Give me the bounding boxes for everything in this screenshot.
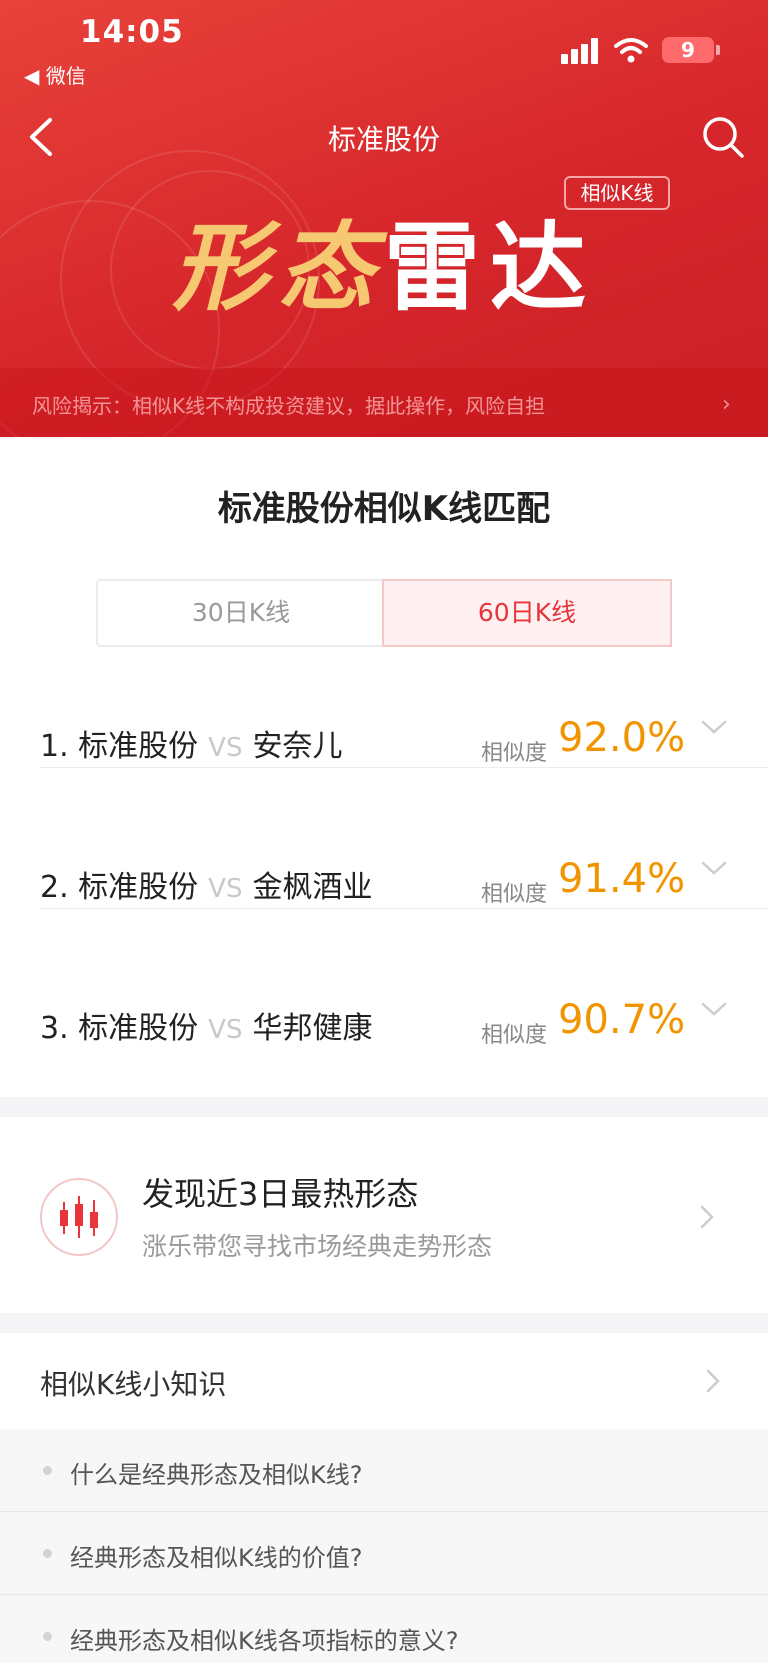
stock-name: 标准股份	[78, 870, 199, 905]
wifi-icon	[614, 38, 648, 63]
vs-label: VS	[208, 1015, 243, 1045]
similarity-value: 91.4%	[558, 856, 686, 902]
stock-name: 标准股份	[78, 729, 199, 764]
knowledge-item[interactable]: 经典形态及相似K线各项指标的意义?	[0, 1595, 768, 1663]
signal-icon	[561, 38, 601, 64]
match-pair: 2. 标准股份 VS 金枫酒业	[40, 862, 372, 906]
header-banner: 14:05 ◀ 微信 9 标准股份 相似K线 形态雷达 风险揭示：相似K线不构成…	[0, 0, 768, 437]
period-tabs: 30日K线 60日K线	[96, 579, 672, 647]
chevron-down-icon[interactable]	[700, 999, 728, 1019]
vs-label: VS	[208, 733, 243, 763]
row-index: 3.	[40, 1011, 69, 1046]
match-section-title: 标准股份相似K线匹配	[217, 489, 551, 529]
vs-label: VS	[208, 874, 243, 904]
bullet-dot	[43, 1466, 52, 1475]
risk-disclosure-bar[interactable]: 风险揭示：相似K线不构成投资建议，据此操作，风险自担 ›	[0, 368, 768, 437]
match-row[interactable]: 2. 标准股份 VS 金枫酒业 相似度 91.4%	[40, 812, 768, 953]
row-index: 2.	[40, 870, 69, 905]
bullet-dot	[43, 1549, 52, 1558]
knowledge-item-text: 什么是经典形态及相似K线?	[70, 1461, 363, 1489]
back-to-app-link[interactable]: ◀ 微信	[24, 60, 86, 89]
discover-subtitle: 涨乐带您寻找市场经典走势形态	[142, 1232, 493, 1261]
divider	[40, 908, 768, 909]
knowledge-item[interactable]: 什么是经典形态及相似K线?	[0, 1429, 768, 1511]
chevron-right-icon	[700, 1205, 714, 1229]
chevron-down-icon[interactable]	[700, 717, 728, 737]
banner-title-gold: 形态	[172, 211, 384, 324]
match-row[interactable]: 3. 标准股份 VS 华邦健康 相似度 90.7%	[40, 953, 768, 1094]
match-row[interactable]: 1. 标准股份 VS 安奈儿 相似度 92.0%	[40, 671, 768, 812]
similarity-label: 相似度	[481, 1023, 548, 1048]
similarity-value: 92.0%	[558, 715, 686, 761]
similarity-label: 相似度	[481, 882, 548, 907]
tab-60d[interactable]: 60日K线	[382, 579, 672, 647]
knowledge-header[interactable]: 相似K线小知识	[0, 1333, 768, 1429]
candlestick-icon	[40, 1178, 118, 1256]
banner-title-white: 雷达	[384, 211, 596, 324]
tab-30d[interactable]: 30日K线	[98, 581, 384, 645]
chevron-right-icon	[706, 1369, 720, 1393]
risk-disclosure-text: 风险揭示：相似K线不构成投资建议，据此操作，风险自担	[32, 394, 546, 418]
peer-stock-name: 金枫酒业	[252, 870, 373, 905]
match-pair: 1. 标准股份 VS 安奈儿	[40, 721, 342, 765]
discover-hot-patterns-card[interactable]: 发现近3日最热形态 涨乐带您寻找市场经典走势形态	[0, 1117, 768, 1313]
match-pair: 3. 标准股份 VS 华邦健康	[40, 1003, 372, 1047]
stock-name: 标准股份	[78, 1011, 199, 1046]
knowledge-item-text: 经典形态及相似K线各项指标的意义?	[70, 1627, 459, 1655]
knowledge-item-text: 经典形态及相似K线的价值?	[70, 1544, 363, 1572]
bullet-dot	[43, 1632, 52, 1641]
status-time: 14:05	[80, 14, 184, 50]
match-card: 标准股份相似K线匹配 30日K线 60日K线 1. 标准股份 VS 安奈儿 相似度 …	[0, 437, 768, 1097]
row-index: 1.	[40, 729, 69, 764]
similarity-value: 90.7%	[558, 997, 686, 1043]
knowledge-item[interactable]: 经典形态及相似K线的价值?	[0, 1512, 768, 1594]
battery-indicator: 9	[662, 37, 714, 63]
search-icon[interactable]	[700, 114, 746, 160]
peer-stock-name: 华邦健康	[252, 1011, 373, 1046]
similarity-label: 相似度	[481, 741, 548, 766]
battery-tip	[716, 45, 720, 55]
page-title: 标准股份	[327, 123, 440, 156]
knowledge-title: 相似K线小知识	[40, 1368, 227, 1401]
chevron-right-icon: ›	[722, 392, 731, 417]
peer-stock-name: 安奈儿	[252, 729, 343, 764]
banner-title: 形态雷达	[0, 190, 768, 329]
divider	[40, 767, 768, 768]
discover-title: 发现近3日最热形态	[142, 1175, 419, 1213]
chevron-down-icon[interactable]	[700, 858, 728, 878]
